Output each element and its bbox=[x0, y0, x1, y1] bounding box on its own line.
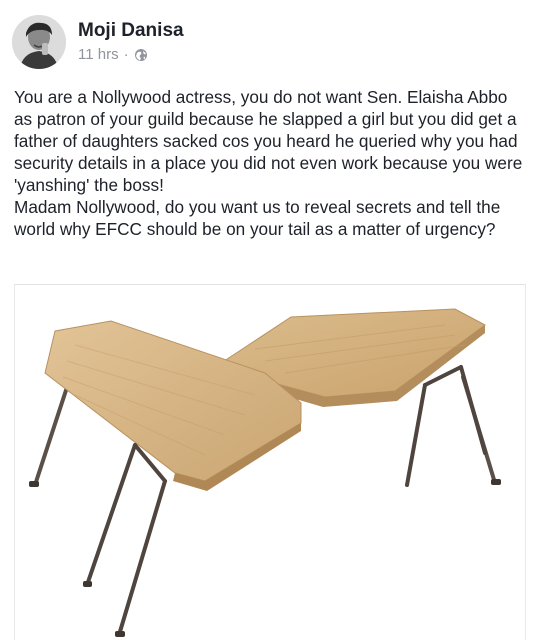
author-block: Moji Danisa 11 hrs · bbox=[78, 20, 184, 64]
post-photo[interactable] bbox=[14, 284, 526, 640]
post-timestamp[interactable]: 11 hrs bbox=[78, 46, 119, 64]
avatar-photo bbox=[12, 15, 66, 69]
post-paragraph: You are a Nollywood actress, you do not … bbox=[14, 87, 523, 195]
facebook-post: Moji Danisa 11 hrs · You are a Nollywood… bbox=[0, 0, 540, 640]
meta-separator: · bbox=[123, 46, 129, 63]
author-name[interactable]: Moji Danisa bbox=[78, 20, 184, 42]
post-header: Moji Danisa 11 hrs · bbox=[12, 12, 184, 72]
avatar[interactable] bbox=[12, 15, 66, 69]
globe-icon[interactable] bbox=[134, 48, 148, 62]
leg-feet bbox=[29, 479, 501, 637]
broken-table-image bbox=[29, 308, 501, 637]
post-body: You are a Nollywood actress, you do not … bbox=[14, 86, 526, 240]
post-paragraph: Madam Nollywood, do you want us to revea… bbox=[14, 197, 501, 239]
post-meta: 11 hrs · bbox=[78, 46, 184, 64]
